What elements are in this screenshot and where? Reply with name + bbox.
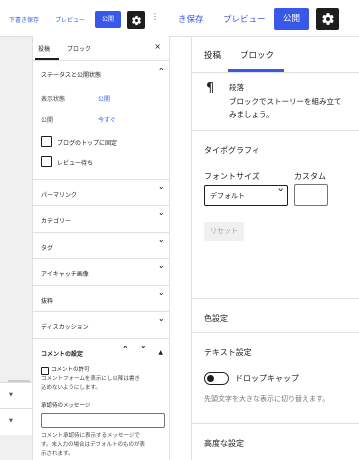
chevron-down-icon: ˅: [157, 213, 164, 223]
settings-sidebar: 投稿 ブロック × ステータスと公開状態 ˄ 表示状態 公開 公開 今すぐ ブロ…: [32, 36, 170, 460]
chevron-up-icon: ˄: [157, 68, 164, 78]
block-description: みましょう。: [229, 110, 274, 119]
section-discussion[interactable]: ディスカッション ˅: [33, 311, 169, 338]
chevron-down-icon: ˅: [276, 187, 285, 200]
publish-label: 公開: [41, 117, 54, 124]
text-settings-title: テキスト設定: [204, 348, 252, 357]
drop-cap-help: 先頭文字を大きな表示に切り替えます。: [204, 395, 330, 403]
sidebar-tabs: 投稿 ブロック ×: [33, 36, 169, 61]
chevron-down-icon: ˅: [157, 293, 164, 303]
pending-message-label: 承認待のメッセージ: [41, 403, 91, 409]
left-panel: ▼ ▼ 下書き保存 プレビュー 公開 ⋮ 投稿 ブロック × ステータスと公開状…: [0, 0, 178, 460]
font-size-select-value: デフォルト: [210, 192, 245, 200]
section-category[interactable]: カテゴリー ˅: [33, 205, 169, 232]
move-down-icon[interactable]: ˅: [140, 346, 146, 356]
tab-block[interactable]: ブロック: [67, 44, 91, 53]
gutter-row[interactable]: ▼: [0, 408, 32, 435]
comment-enable-help: コメントフォームを表示にし以降は書き: [41, 376, 140, 382]
drop-cap-toggle[interactable]: [204, 372, 229, 385]
toggle-panel-icon[interactable]: ▲: [158, 349, 163, 356]
pending-message-help: す。未入力の場合はデフォルトのものが表: [41, 442, 145, 448]
sidebar-tabs: 投稿 ブロック: [192, 36, 359, 73]
text-settings-panel: テキスト設定 ドロップキャップ 先頭文字を大きな表示に切り替えます。: [192, 332, 359, 413]
visibility-value[interactable]: 公開: [98, 94, 110, 103]
tab-post[interactable]: 投稿: [204, 49, 221, 61]
more-vertical-icon[interactable]: ⋮: [151, 12, 159, 21]
section-featured-image-title: アイキャッチ画像: [41, 271, 89, 278]
toggle-knob: [207, 375, 214, 382]
preview-link[interactable]: プレビュー: [55, 15, 85, 24]
save-draft-link[interactable]: 下書き保存: [9, 15, 39, 24]
section-excerpt[interactable]: 抜粋 ˅: [33, 285, 169, 312]
review-checkbox[interactable]: [41, 156, 52, 167]
font-size-select[interactable]: デフォルト ˅: [204, 185, 288, 206]
typography-title: タイポグラフィ: [204, 146, 260, 155]
save-draft-link[interactable]: き保存: [178, 13, 204, 25]
typography-panel: タイポグラフィ フォントサイズ カスタム デフォルト ˅ リセット: [192, 130, 359, 305]
custom-size-input[interactable]: [294, 184, 328, 206]
comment-settings-header: コメントの設定 ˄ ˅ ▲: [33, 338, 169, 365]
section-excerpt-title: 抜粋: [41, 298, 54, 305]
comment-enable-label: コメントの許可: [51, 367, 90, 373]
pending-message-help: コメント承認待に表示するメッセージで: [41, 433, 140, 439]
advanced-panel[interactable]: 高度な設定: [192, 423, 359, 460]
section-tags[interactable]: タグ ˅: [33, 232, 169, 259]
publish-button[interactable]: 公開: [95, 11, 121, 28]
editor-toolbar: 下書き保存 プレビュー 公開 ⋮: [0, 0, 178, 37]
visibility-label: 表示状態: [41, 96, 66, 103]
expand-icon: ▼: [9, 418, 13, 424]
right-panel: き保存 プレビュー 公開 投稿 ブロック ¶ 段落 ブロックでストーリーを組み立…: [178, 0, 359, 460]
publish-button[interactable]: 公開: [274, 8, 309, 30]
section-permalink-title: パーマリンク: [41, 192, 78, 199]
color-settings-panel[interactable]: 色設定: [192, 298, 359, 333]
section-featured-image[interactable]: アイキャッチ画像 ˅: [33, 258, 169, 285]
move-up-icon[interactable]: ˄: [122, 346, 128, 356]
chevron-down-icon: ˅: [157, 319, 164, 329]
gear-icon[interactable]: [316, 8, 339, 30]
status-panel-header[interactable]: ステータスと公開状態 ˄: [33, 60, 169, 86]
chevron-down-icon: ˅: [157, 187, 164, 197]
font-size-label: フォントサイズ: [204, 172, 260, 181]
pending-message-input[interactable]: [41, 413, 165, 428]
tab-block[interactable]: ブロック: [240, 49, 274, 61]
pending-message-help: 示されます。: [41, 451, 74, 457]
block-description: ブロックでストーリーを組み立て: [229, 97, 342, 106]
editor-gutter: ▼ ▼: [0, 36, 32, 460]
gutter-row[interactable]: ▼: [0, 382, 32, 409]
reset-button[interactable]: リセット: [204, 222, 244, 241]
active-tab-indicator: [228, 69, 284, 72]
section-permalink[interactable]: パーマリンク ˅: [33, 179, 169, 206]
drop-cap-label: ドロップキャップ: [235, 374, 299, 383]
preview-link[interactable]: プレビュー: [223, 13, 266, 25]
comment-enable-help: 込めないようにします。: [41, 385, 101, 391]
advanced-title: 高度な設定: [204, 439, 244, 448]
sticky-checkbox[interactable]: [41, 136, 52, 147]
tab-post[interactable]: 投稿: [38, 44, 50, 53]
gear-icon[interactable]: [127, 11, 145, 29]
color-settings-title: 色設定: [204, 314, 228, 323]
publish-date-value[interactable]: 今すぐ: [98, 115, 116, 124]
section-category-title: カテゴリー: [41, 218, 72, 225]
chevron-down-icon: ˅: [157, 240, 164, 250]
sticky-label: ブログのトップに固定: [57, 140, 118, 147]
editor-toolbar-zoomed: き保存 プレビュー 公開: [178, 0, 359, 37]
chevron-down-icon: ˅: [157, 266, 164, 276]
paragraph-icon: ¶: [206, 81, 215, 96]
section-discussion-title: ディスカッション: [41, 324, 89, 331]
expand-icon: ▼: [9, 392, 13, 398]
section-tags-title: タグ: [41, 245, 54, 252]
settings-sidebar-zoomed: 投稿 ブロック ¶ 段落 ブロックでストーリーを組み立て みましょう。 タイポグ…: [191, 36, 359, 460]
comment-settings-title: コメントの設定: [41, 351, 84, 358]
block-name: 段落: [229, 83, 244, 92]
status-panel-title: ステータスと公開状態: [41, 72, 102, 79]
custom-size-label: カスタム: [294, 172, 326, 181]
review-label: レビュー待ち: [57, 160, 94, 167]
close-icon[interactable]: ×: [154, 42, 161, 51]
comment-enable-checkbox[interactable]: [41, 367, 49, 375]
